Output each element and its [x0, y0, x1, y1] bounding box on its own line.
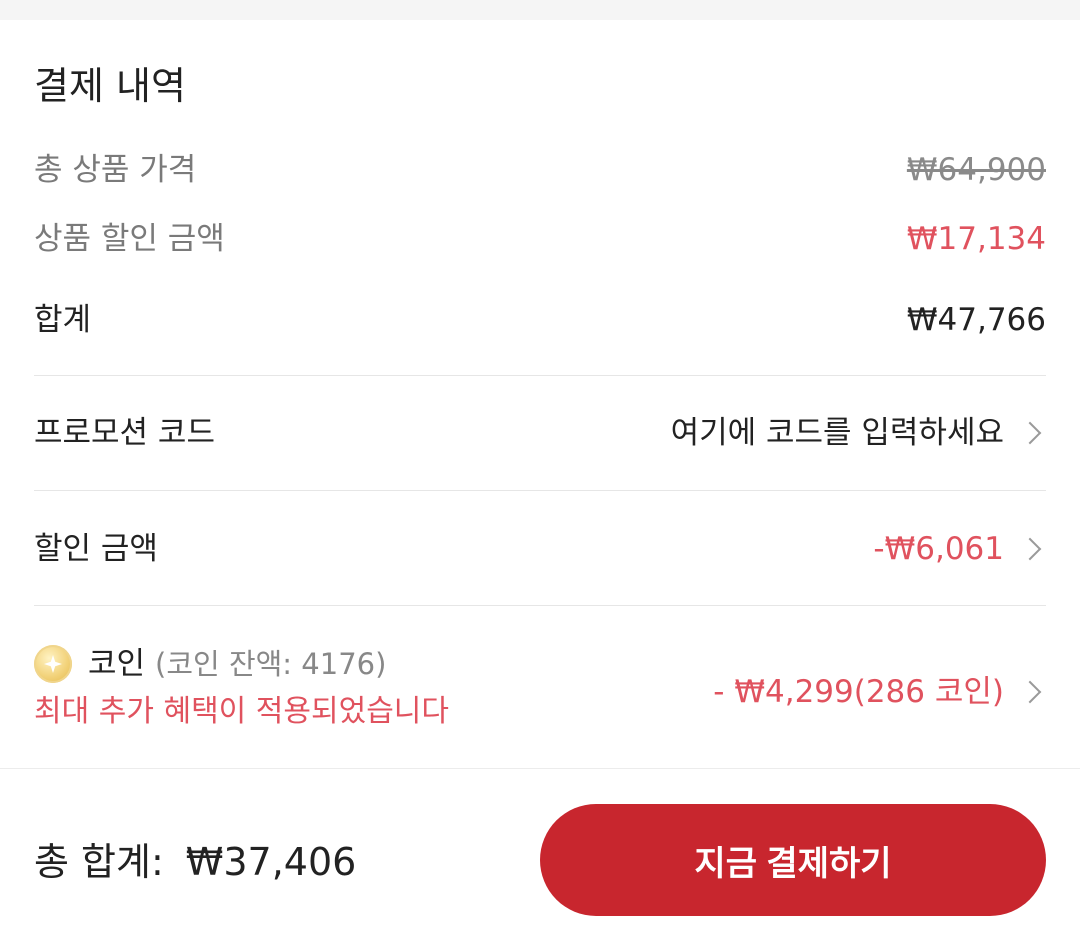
coin-label: 코인 — [88, 646, 146, 682]
product-discount-label: 상품 할인 금액 — [34, 221, 225, 257]
chevron-right-icon — [1018, 680, 1042, 704]
grand-total-value: ₩37,406 — [185, 840, 357, 884]
discount-value: -₩6,061 — [873, 531, 1004, 567]
discount-label: 할인 금액 — [34, 531, 158, 567]
chevron-right-icon — [1018, 421, 1042, 445]
divider — [34, 375, 1046, 376]
row-promo-code[interactable]: 프로모션 코드 여기에 코드를 입력하세요 — [34, 413, 1046, 453]
subtotal-label: 합계 — [34, 302, 92, 338]
discount-value-group[interactable]: -₩6,061 — [873, 529, 1046, 569]
total-product-price-label: 총 상품 가격 — [34, 152, 197, 188]
row-product-discount: 상품 할인 금액 ₩17,134 — [34, 219, 1046, 259]
coin-benefit-notice: 최대 추가 혜택이 적용되었습니다 — [34, 694, 450, 729]
divider — [34, 490, 1046, 491]
promo-code-placeholder: 여기에 코드를 입력하세요 — [670, 415, 1004, 451]
chevron-right-icon — [1018, 537, 1042, 561]
row-total-product-price: 총 상품 가격 ₩64,900 — [34, 150, 1046, 190]
promo-code-label: 프로모션 코드 — [34, 415, 215, 451]
coin-info: 코인 (코인 잔액: 4176) 최대 추가 혜택이 적용되었습니다 — [34, 638, 449, 732]
product-discount-value: ₩17,134 — [906, 221, 1046, 257]
subtotal-value: ₩47,766 — [906, 302, 1046, 338]
pay-now-button[interactable]: 지금 결제하기 — [540, 804, 1046, 916]
row-discount[interactable]: 할인 금액 -₩6,061 — [34, 529, 1046, 569]
coin-value-group[interactable]: - ₩4,299(286 코인) — [713, 672, 1046, 712]
promo-code-input[interactable]: 여기에 코드를 입력하세요 — [671, 413, 1046, 453]
coin-value: - ₩4,299(286 코인) — [713, 674, 1004, 710]
row-coin-value[interactable]: - ₩4,299(286 코인) — [600, 672, 1046, 712]
row-subtotal: 합계 ₩47,766 — [34, 300, 1046, 340]
divider — [34, 605, 1046, 606]
total-product-price-value: ₩64,900 — [906, 152, 1046, 188]
footer-divider — [0, 768, 1080, 769]
coin-header: 코인 (코인 잔액: 4176) — [34, 638, 449, 690]
coin-icon — [34, 645, 72, 683]
grand-total: 총 합계: ₩37,406 — [34, 838, 356, 886]
coin-balance: (코인 잔액: 4176) — [155, 647, 387, 681]
grand-total-label: 총 합계: — [34, 840, 164, 884]
section-title: 결제 내역 — [34, 64, 186, 108]
